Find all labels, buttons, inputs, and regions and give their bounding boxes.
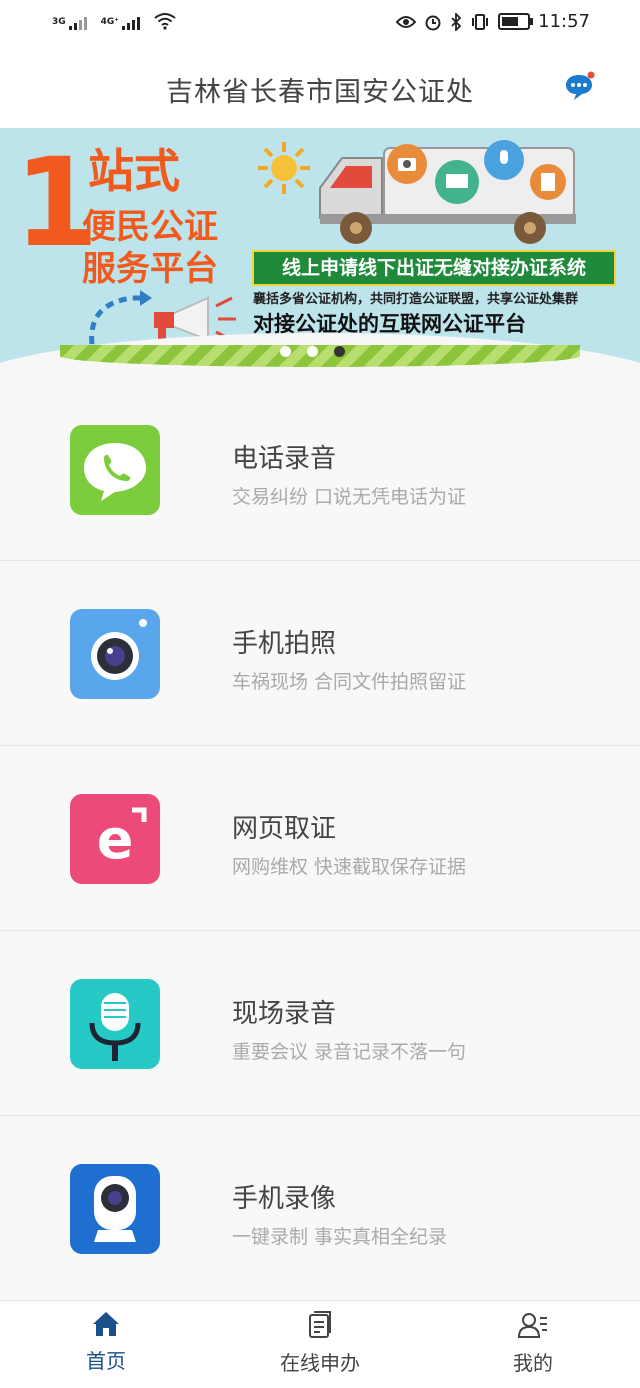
pager-dot[interactable] — [334, 346, 345, 357]
feature-desc: 一键录制 事实真相全纪录 — [232, 1226, 448, 1248]
nav-mine[interactable]: 我的 — [473, 1311, 593, 1376]
banner-line-3: 服务平台 — [82, 249, 218, 289]
banner-line-1: 站式 — [88, 144, 180, 198]
feature-title: 现场录音 — [232, 999, 337, 1029]
status-bar: 3G 4G⁺ 11:57 — [0, 0, 640, 48]
page-title: 吉林省长春市国安公证处 — [166, 77, 474, 108]
feature-item[interactable]: e 网页取证网购维权 快速截取保存证据 — [0, 746, 640, 931]
network-type-2: 4G⁺ — [100, 17, 120, 27]
banner-highlight-text: 线上申请线下出证无缝对接办证系统 — [252, 250, 616, 286]
banner-line-2: 便民公证 — [82, 207, 218, 247]
feature-list: 电话录音交易纠纷 口说无凭电话为证手机拍照车祸现场 合同文件拍照留证 e 网页取证网… — [0, 376, 640, 1301]
feature-desc: 交易纠纷 口说无凭电话为证 — [232, 486, 467, 508]
nav-mine-label: 我的 — [513, 1351, 553, 1375]
feature-title: 手机拍照 — [232, 629, 337, 659]
status-time: 11:57 — [538, 11, 590, 32]
camera-icon — [70, 609, 160, 699]
microphone-icon — [70, 979, 160, 1069]
phone-bubble-icon — [70, 425, 160, 515]
nav-online-apply[interactable]: 在线申办 — [260, 1311, 380, 1376]
bottom-nav: 首页 在线申办 我的 — [0, 1300, 640, 1388]
feature-title: 电话录音 — [232, 444, 337, 474]
app-header: 吉林省长春市国安公证处 — [0, 48, 640, 128]
nav-home-label: 首页 — [86, 1349, 126, 1373]
network-type-1: 3G — [52, 17, 66, 27]
svg-text:e: e — [97, 808, 134, 871]
feature-item[interactable]: 现场录音重要会议 录音记录不落一句 — [0, 931, 640, 1116]
feature-item[interactable]: 手机拍照车祸现场 合同文件拍照留证 — [0, 561, 640, 746]
alarm-icon — [425, 15, 441, 30]
signal-4g-icon: 4G⁺ — [100, 17, 141, 30]
profile-icon — [517, 1313, 547, 1338]
banner-subtext: 襄括多省公证机构，共同打造公证联盟，共享公证处集群 — [253, 292, 579, 307]
nav-home[interactable]: 首页 — [46, 1311, 166, 1374]
signal-3g-icon: 3G — [52, 17, 87, 30]
document-icon — [309, 1311, 331, 1338]
truck-illustration — [319, 140, 576, 244]
feature-desc: 网购维权 快速截取保存证据 — [232, 856, 467, 878]
feature-title: 网页取证 — [232, 814, 337, 844]
wifi-icon — [154, 13, 176, 30]
vibrate-icon — [472, 13, 489, 30]
pager-dot[interactable] — [280, 346, 291, 357]
sun-icon — [258, 142, 310, 194]
pager-dot[interactable] — [307, 346, 318, 357]
webcam-icon — [70, 1164, 160, 1254]
bluetooth-icon — [451, 12, 462, 31]
banner-pager — [280, 346, 345, 357]
nav-online-apply-label: 在线申办 — [280, 1351, 360, 1375]
battery-icon — [498, 13, 534, 30]
feature-item[interactable]: 电话录音交易纠纷 口说无凭电话为证 — [0, 376, 640, 561]
feature-desc: 重要会议 录音记录不落一句 — [232, 1041, 467, 1063]
promo-banner[interactable]: 1 站式 便民公证 服务平台 线上申请线下出证无缝对接办证系统 襄括多省公证机构… — [0, 128, 640, 376]
home-icon — [93, 1312, 119, 1336]
message-icon[interactable] — [564, 71, 596, 101]
feature-desc: 车祸现场 合同文件拍照留证 — [232, 671, 467, 693]
feature-title: 手机录像 — [232, 1184, 337, 1214]
feature-item[interactable]: 手机录像一键录制 事实真相全纪录 — [0, 1116, 640, 1301]
e-browser-icon: e — [70, 794, 160, 884]
eye-icon — [396, 15, 417, 28]
